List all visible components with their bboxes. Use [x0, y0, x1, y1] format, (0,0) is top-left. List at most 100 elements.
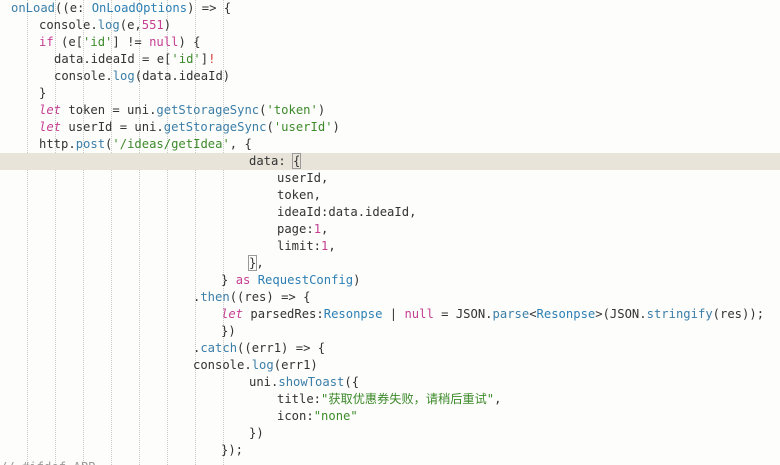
code-token: ! [208, 52, 216, 66]
code-token: title: [277, 392, 322, 406]
code-token: } [39, 86, 47, 100]
code-token: onLoad [11, 1, 56, 15]
code-token: log [97, 18, 120, 32]
code-token: (data.ideaId) [134, 69, 231, 83]
code-token: } [221, 273, 236, 287]
code-line[interactable]: let parsedRes:Resonpse | null = JSON.par… [0, 306, 780, 323]
code-line[interactable]: } as RequestConfig) [0, 272, 780, 289]
code-line[interactable]: icon:"none" [0, 408, 780, 425]
code-line[interactable]: }) [0, 425, 780, 442]
code-token: catch [200, 341, 238, 355]
code-token: null [404, 307, 434, 321]
code-token: let [221, 307, 244, 321]
code-token: ) { [178, 35, 201, 49]
code-line[interactable]: uni.showToast({ [0, 374, 780, 391]
code-token: }) [221, 324, 236, 338]
code-line[interactable]: title:"获取优惠券失败，请稍后重试", [0, 391, 780, 408]
code-line[interactable]: page:1, [0, 221, 780, 238]
code-line[interactable]: console.log(e,551) [0, 17, 780, 34]
code-token: let [39, 103, 62, 117]
code-line[interactable]: }, [0, 255, 780, 272]
code-line[interactable]: console.log(data.ideaId) [0, 68, 780, 85]
code-token: = JSON. [433, 307, 493, 321]
code-line[interactable]: .catch((err1) => { [0, 340, 780, 357]
code-token: RequestConfig [257, 273, 354, 287]
code-token: ( [266, 120, 274, 134]
code-token: console [39, 18, 91, 32]
code-token: }) [249, 426, 264, 440]
code-token: post [75, 137, 106, 151]
code-token: if [39, 35, 54, 49]
code-token: token, [277, 188, 322, 202]
code-token: }); [221, 443, 244, 457]
code-token: 551 [141, 18, 164, 32]
code-token: limit: [277, 239, 322, 253]
code-token: Resonpse [323, 307, 383, 321]
code-token: ] [200, 52, 209, 66]
code-token: ] != [112, 35, 150, 49]
code-token: as [235, 273, 251, 287]
code-token: ((res) => { [229, 290, 311, 304]
code-token: // #ifdef APP [0, 460, 95, 465]
code-token: , [321, 222, 329, 236]
code-token: getStorageSync [156, 103, 260, 117]
code-token: . [244, 358, 252, 372]
code-token: uni. [249, 375, 279, 389]
code-token: userId = uni. [61, 120, 164, 134]
code-token: (err1) [273, 358, 318, 372]
code-editor[interactable]: onLoad((e: OnLoadOptions) => {console.lo… [0, 0, 780, 465]
code-token: icon: [277, 409, 314, 423]
code-token: http. [39, 137, 76, 151]
code-token: { [291, 153, 302, 169]
code-token: 1 [313, 222, 322, 236]
code-line[interactable]: data.ideaId = e['id']! [0, 51, 780, 68]
code-token: (res)); [712, 307, 765, 321]
code-line[interactable]: let token = uni.getStorageSync('token') [0, 102, 780, 119]
code-token: , { [229, 137, 252, 151]
code-token: parsedRes: [243, 307, 324, 321]
code-token: let [39, 120, 62, 134]
code-token: ) [353, 273, 361, 287]
code-token: 'token' [266, 103, 318, 117]
code-line[interactable]: console.log(err1) [0, 357, 780, 374]
code-token: 'userId' [273, 120, 333, 134]
code-line[interactable]: .then((res) => { [0, 289, 780, 306]
code-token: data: [249, 154, 294, 168]
code-token: 'id' [171, 52, 201, 66]
code-token: '/ideas/getIdea' [112, 137, 230, 151]
code-token: (e[ [53, 35, 84, 49]
code-line[interactable]: }); [0, 442, 780, 459]
code-token: console [193, 358, 245, 372]
current-line[interactable]: data: { [0, 153, 780, 170]
code-token: showToast [278, 375, 345, 389]
code-token: ) [163, 18, 172, 32]
code-line[interactable]: token, [0, 187, 780, 204]
code-token: . [90, 18, 98, 32]
code-token: >(JSON. [595, 307, 647, 321]
code-line[interactable]: } [0, 85, 780, 102]
code-line[interactable]: if (e['id'] != null) { [0, 34, 780, 51]
code-line[interactable]: ideaId:data.ideaId, [0, 204, 780, 221]
code-token: "获取优惠券失败，请稍后重试" [321, 392, 495, 406]
code-token: null [149, 35, 179, 49]
code-token: . [105, 69, 113, 83]
code-line[interactable]: }) [0, 323, 780, 340]
code-token: parse [492, 307, 530, 321]
code-token: ((err1) => { [237, 341, 326, 355]
code-line[interactable]: http.post('/ideas/getIdea', { [0, 136, 780, 153]
code-line[interactable]: limit:1, [0, 238, 780, 255]
code-token: | [382, 307, 405, 321]
code-line[interactable]: userId, [0, 170, 780, 187]
code-token: , [256, 256, 264, 270]
code-token: 'id' [83, 35, 113, 49]
code-token: ) [317, 103, 326, 117]
code-token: ) [332, 120, 340, 134]
code-token: log [251, 358, 274, 372]
code-line[interactable]: onLoad((e: OnLoadOptions) => { [0, 0, 780, 17]
code-token: log [112, 69, 135, 83]
code-token: Resonpse [536, 307, 596, 321]
code-line[interactable]: let userId = uni.getStorageSync('userId'… [0, 119, 780, 136]
code-token: OnLoadOptions [91, 1, 188, 15]
code-line[interactable]: // #ifdef APP [0, 459, 780, 465]
